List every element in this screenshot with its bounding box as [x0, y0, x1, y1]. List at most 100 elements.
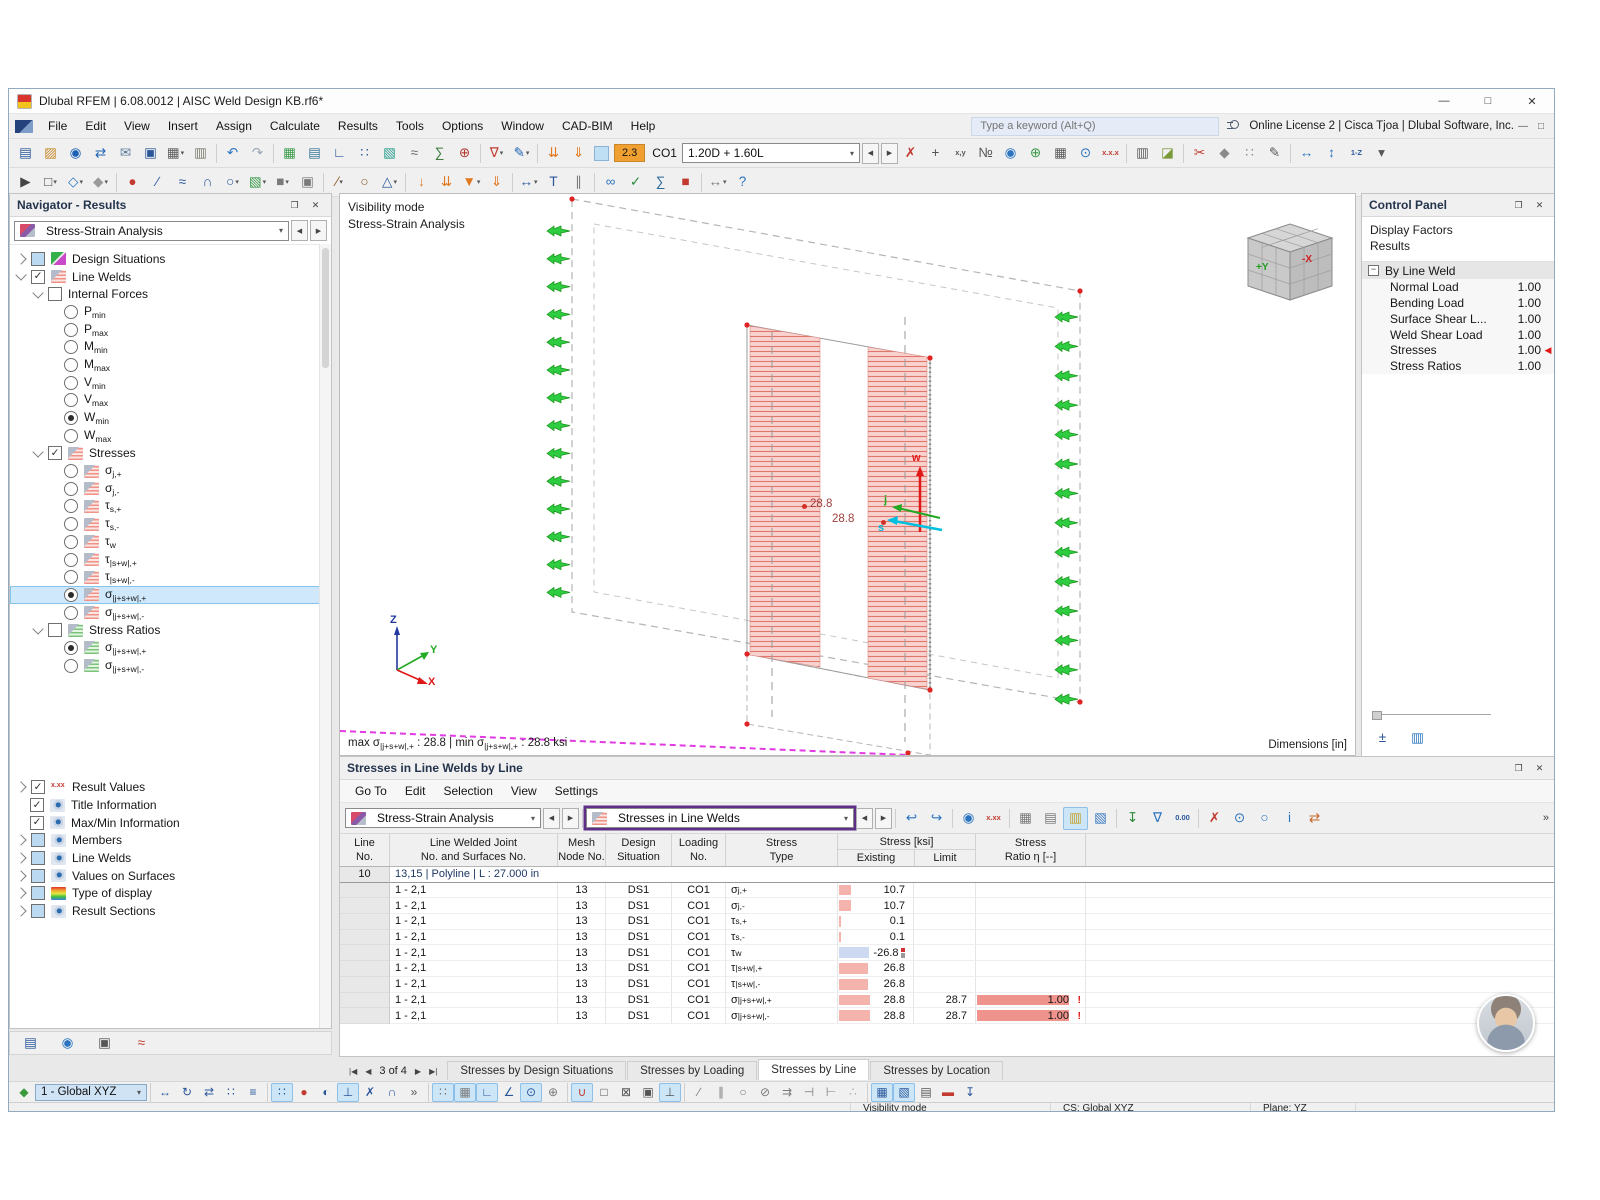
- imposed-load-icon[interactable]: ⇓: [484, 171, 509, 194]
- sync-selection-icon[interactable]: ⇄: [1302, 807, 1327, 830]
- expander-icon[interactable]: [32, 287, 43, 298]
- show-in-graphic-icon[interactable]: ◉: [956, 807, 981, 830]
- measure-icon[interactable]: ↔▾: [705, 171, 730, 194]
- previous-analysis-button[interactable]: ◀: [291, 220, 308, 241]
- render-view-icon[interactable]: ▧: [377, 142, 402, 165]
- window-layout-icon[interactable]: ▦: [1048, 142, 1073, 165]
- filter-results-icon[interactable]: ∇▾: [484, 142, 509, 165]
- tree-item-m[interactable]: Mmin: [10, 338, 331, 356]
- rotate-icon[interactable]: ↻: [176, 1083, 198, 1102]
- fit-height-icon[interactable]: ↕: [1319, 142, 1344, 165]
- object-snap-icon[interactable]: ⊙: [520, 1083, 542, 1102]
- polar-tracking-icon[interactable]: ∠: [498, 1083, 520, 1102]
- offset-icon[interactable]: ⇉: [776, 1083, 798, 1102]
- table-row[interactable]: 1 - 2,113DS1CO1σj,+10.7: [340, 883, 1555, 899]
- navigator-data-tab-icon[interactable]: ▤: [18, 1032, 43, 1055]
- factor-row-stresses[interactable]: Stresses1.00◀: [1362, 343, 1555, 359]
- align-icon[interactable]: ≡: [242, 1083, 264, 1102]
- menu-help[interactable]: Help: [622, 114, 665, 138]
- snap-perp-icon[interactable]: ⊥: [337, 1083, 359, 1102]
- maximize-button[interactable]: □: [1466, 89, 1510, 113]
- tree-item-result-values[interactable]: Result Values: [10, 779, 331, 797]
- select-pointer-icon[interactable]: ▶: [13, 171, 38, 194]
- menu-insert[interactable]: Insert: [159, 114, 207, 138]
- sort-z-icon[interactable]: 1-Z: [1344, 142, 1369, 165]
- panel-float-icon[interactable]: □: [1532, 118, 1550, 134]
- search-input[interactable]: [978, 119, 1212, 133]
- by-line-weld-group[interactable]: − By Line Weld: [1362, 262, 1555, 279]
- menu-assign[interactable]: Assign: [207, 114, 261, 138]
- view-direction-icon[interactable]: ▾: [1369, 142, 1394, 165]
- tree-item-type-of-display[interactable]: Type of display: [10, 885, 331, 903]
- radio-button[interactable]: [64, 482, 78, 496]
- checkbox[interactable]: [31, 270, 45, 284]
- tree-item--[interactable]: σj,+: [10, 462, 331, 480]
- radio-button[interactable]: [64, 553, 78, 567]
- factor-row-stress-ratios[interactable]: Stress Ratios1.00: [1362, 358, 1555, 374]
- factor-row-surface-shear-l-[interactable]: Surface Shear L...1.00: [1362, 311, 1555, 327]
- radio-button[interactable]: [64, 659, 78, 673]
- mesh-generate-icon[interactable]: ≈: [402, 142, 427, 165]
- deselect-icon[interactable]: ◆▾: [88, 171, 113, 194]
- checkbox[interactable]: [48, 623, 62, 637]
- tree-item--[interactable]: σ|j+s+w|,-: [10, 657, 331, 675]
- stop-calculation-icon[interactable]: ■: [673, 171, 698, 194]
- tree-item-v[interactable]: Vmin: [10, 374, 331, 392]
- float-panel-icon[interactable]: ❐: [1510, 197, 1527, 213]
- coordinate-system-select[interactable]: 1 - Global XYZ ▾: [35, 1084, 147, 1101]
- dimension-icon[interactable]: ↔▾: [516, 171, 541, 194]
- factor-row-weld-shear-load[interactable]: Weld Shear Load1.00: [1362, 327, 1555, 343]
- previous-table-page-button[interactable]: ◀: [365, 1067, 371, 1076]
- expander-icon[interactable]: [32, 623, 43, 634]
- factor-row-normal-load[interactable]: Normal Load1.00: [1362, 279, 1555, 295]
- tab-stresses-by-loading[interactable]: Stresses by Loading: [627, 1061, 757, 1080]
- edit-object-icon[interactable]: ✎: [1262, 142, 1287, 165]
- export-table-icon[interactable]: ↧: [1120, 807, 1145, 830]
- radio-button[interactable]: [64, 358, 78, 372]
- snap-grid-icon[interactable]: ∷: [271, 1083, 293, 1102]
- snap-intersect-icon[interactable]: ✗: [359, 1083, 381, 1102]
- tree-item-line-welds[interactable]: Line Welds: [10, 268, 331, 286]
- dashed-toggle-icon[interactable]: ▧: [893, 1083, 915, 1102]
- tree-item--[interactable]: τ|s+w|,-: [10, 568, 331, 586]
- print-graphic-icon[interactable]: ▦▾: [163, 142, 188, 165]
- tree-item-max-min-information[interactable]: Max/Min Information: [10, 814, 331, 832]
- insert-solid-icon[interactable]: ■▾: [270, 171, 295, 194]
- expander-icon[interactable]: [15, 782, 26, 793]
- tab-stresses-by-location[interactable]: Stresses by Location: [870, 1061, 1003, 1080]
- graphics-viewport[interactable]: Visibility mode Stress-Strain Analysis 2…: [339, 193, 1356, 756]
- radio-button[interactable]: [64, 535, 78, 549]
- previous-combination-button[interactable]: ◀: [862, 143, 879, 164]
- minimize-button[interactable]: —: [1422, 89, 1466, 113]
- parallel-icon[interactable]: ∥: [710, 1083, 732, 1102]
- open-model-icon[interactable]: ▨: [38, 142, 63, 165]
- tree-item-stresses[interactable]: Stresses: [10, 445, 331, 463]
- expander-icon[interactable]: [15, 835, 26, 846]
- next-analysis-button[interactable]: ▶: [310, 220, 327, 241]
- next-result-button[interactable]: ▶: [875, 808, 892, 829]
- tree-item-design-situations[interactable]: Design Situations: [10, 250, 331, 268]
- select-cross-icon[interactable]: ⊠: [615, 1083, 637, 1102]
- guide-lines-icon[interactable]: ∥: [566, 171, 591, 194]
- radio-button[interactable]: [64, 641, 78, 655]
- new-model-icon[interactable]: ▤: [13, 142, 38, 165]
- insert-circle-icon[interactable]: ○▾: [220, 171, 245, 194]
- expander-icon[interactable]: [15, 253, 26, 264]
- clipboard-icon[interactable]: ▥: [188, 142, 213, 165]
- table-analysis-select[interactable]: Stress-Strain Analysis ▾: [345, 808, 541, 828]
- snap-node-icon[interactable]: ●: [293, 1083, 315, 1102]
- float-panel-icon[interactable]: ❐: [1510, 760, 1527, 776]
- navigator-display-tab-icon[interactable]: ◉: [55, 1032, 80, 1055]
- table-row[interactable]: 1 - 2,113DS1CO1σ|j+s+w|,-28.828.71.00!: [340, 1008, 1555, 1024]
- close-icon[interactable]: ✕: [1531, 197, 1548, 213]
- table-group-row[interactable]: 1013,15 | Polyline | L : 27.000 in: [340, 867, 1555, 883]
- factors-scale-button-icon[interactable]: ±: [1370, 726, 1395, 749]
- load-combination-select[interactable]: 1.20D + 1.60L ▾: [682, 143, 860, 163]
- insert-node-icon[interactable]: ●: [120, 171, 145, 194]
- radio-button[interactable]: [64, 340, 78, 354]
- next-combination-button[interactable]: ▶: [881, 143, 898, 164]
- tree-item-p[interactable]: Pmax: [10, 321, 331, 339]
- trim-icon[interactable]: ⊣: [798, 1083, 820, 1102]
- solid-view-icon[interactable]: ◆: [1212, 142, 1237, 165]
- jump-to-graphic-icon[interactable]: ↩: [899, 807, 924, 830]
